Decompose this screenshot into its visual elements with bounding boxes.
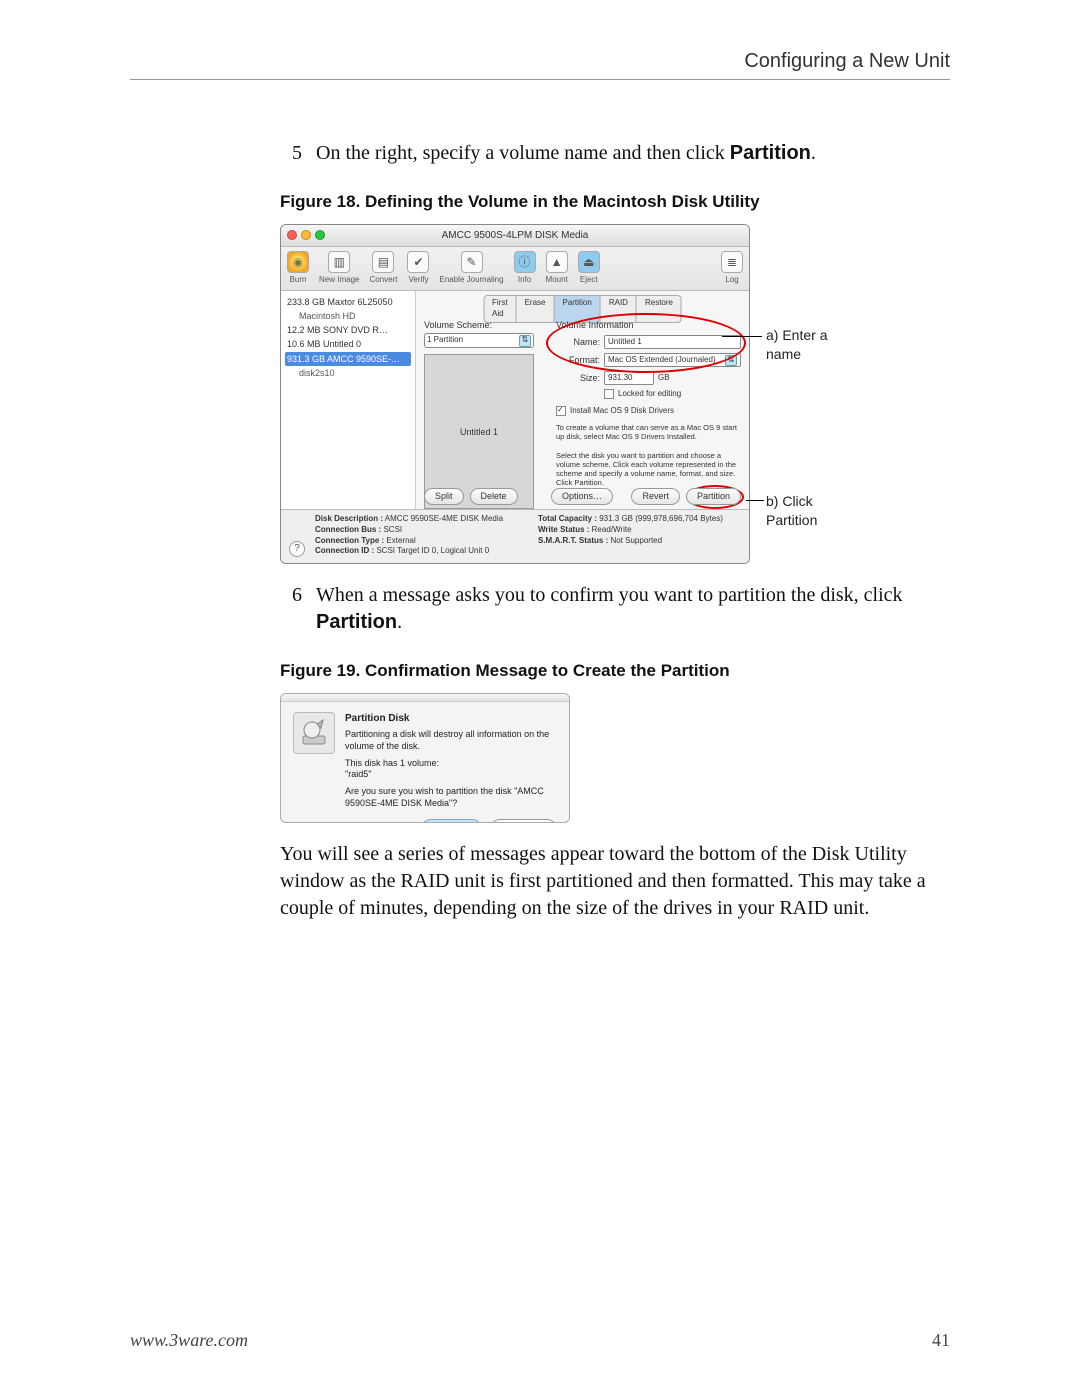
size-label: Size: [556, 372, 600, 384]
format-label: Format: [556, 354, 600, 366]
result-paragraph: You will see a series of messages appear… [280, 841, 940, 922]
sidebar-vol-macintoshhd[interactable]: Macintosh HD [297, 309, 411, 323]
tb-eject: Eject [580, 275, 598, 286]
disk-sidebar: 233.8 GB Maxtor 6L25050 Macintosh HD 12.… [281, 291, 416, 509]
window-title: AMCC 9500S-4LPM DISK Media [281, 229, 749, 243]
window-titlebar: AMCC 9500S-4LPM DISK Media [281, 225, 749, 247]
tb-mount: Mount [546, 275, 568, 286]
os9-note: To create a volume that can serve as a M… [556, 423, 741, 441]
footer-url: www.3ware.com [130, 1330, 248, 1351]
tab-partition[interactable]: Partition [554, 296, 600, 322]
size-field[interactable]: 931.30 [604, 371, 654, 385]
revert-button[interactable]: Revert [631, 488, 680, 505]
header-section: Configuring a New Unit [744, 50, 950, 73]
tb-log: Log [725, 275, 738, 286]
sidebar-vol-disk2[interactable]: disk2s10 [297, 366, 411, 380]
partition-instructions: Select the disk you want to partition an… [556, 451, 741, 487]
dialog-confirm: Are you sure you wish to partition the d… [345, 786, 557, 809]
disk-utility-window: AMCC 9500S-4LPM DISK Media ◉ Burn ▥ New Im… [280, 224, 750, 564]
new-image-icon[interactable]: ▥ [328, 251, 350, 273]
tab-firstaid[interactable]: First Aid [484, 296, 517, 322]
callout-a: a) Enter a name [766, 326, 846, 364]
dialog-warning: Partitioning a disk will destroy all inf… [345, 729, 557, 752]
burn-icon[interactable]: ◉ [287, 251, 309, 273]
tb-verify: Verify [408, 275, 428, 286]
tab-erase[interactable]: Erase [517, 296, 555, 322]
tb-journal: Enable Journaling [439, 275, 503, 286]
figure19-caption: Figure 19. Confirmation Message to Creat… [280, 660, 940, 683]
step5-text: On the right, specify a volume name and … [316, 140, 940, 167]
dialog-title: Partition Disk [345, 712, 557, 726]
options-button[interactable]: Options… [551, 488, 613, 505]
cancel-button[interactable]: Cancel [421, 819, 482, 823]
split-button[interactable]: Split [424, 488, 464, 505]
locked-label: Locked for editing [618, 389, 681, 400]
partition-button[interactable]: Partition [686, 488, 741, 505]
page-header: Configuring a New Unit [130, 50, 950, 80]
tb-burn: Burn [290, 275, 307, 286]
sidebar-disk-amcc[interactable]: 931.3 GB AMCC 9590SE-… [285, 352, 411, 366]
tb-newimage: New Image [319, 275, 359, 286]
sidebar-disk-untitled0[interactable]: 10.6 MB Untitled 0 [285, 337, 411, 351]
callout-line-a [722, 336, 762, 337]
disk-utility-icon [293, 712, 335, 754]
volume-info-title: Volume Information [556, 319, 741, 331]
info-icon[interactable]: ⓘ [514, 251, 536, 273]
footer-page: 41 [932, 1330, 950, 1351]
chevron-updown-icon: ⇅ [519, 335, 531, 347]
step6-text: When a message asks you to confirm you w… [316, 582, 940, 636]
figure18-caption: Figure 18. Defining the Volume in the Ma… [280, 191, 940, 214]
tab-raid[interactable]: RAID [601, 296, 637, 322]
chevron-updown-icon: ⇅ [725, 355, 737, 366]
callout-line-b [746, 500, 764, 501]
sidebar-disk-sony[interactable]: 12.2 MB SONY DVD R… [285, 323, 411, 337]
journal-icon[interactable]: ✎ [461, 251, 483, 273]
help-icon[interactable]: ? [289, 541, 305, 557]
tb-info: Info [518, 275, 531, 286]
sidebar-disk-maxtor[interactable]: 233.8 GB Maxtor 6L25050 [285, 295, 411, 309]
figure19-dialog: Partition Disk Partitioning a disk will … [280, 693, 570, 823]
log-icon[interactable]: ≣ [721, 251, 743, 273]
tb-convert: Convert [369, 275, 397, 286]
size-unit: GB [658, 373, 670, 384]
verify-icon[interactable]: ✔ [407, 251, 429, 273]
step5-number: 5 [280, 140, 302, 167]
main-panel: First Aid Erase Partition RAID Restore V… [416, 291, 749, 509]
partition-confirm-button[interactable]: Partition [490, 819, 557, 823]
install-os9-label: Install Mac OS 9 Disk Drivers [570, 406, 674, 417]
convert-icon[interactable]: ▤ [372, 251, 394, 273]
step6-number: 6 [280, 582, 302, 636]
format-select[interactable]: Mac OS Extended (Journaled) ⇅ [604, 353, 741, 367]
name-field[interactable]: Untitled 1 [604, 335, 741, 349]
mount-icon[interactable]: ▲ [546, 251, 568, 273]
dialog-volumes: This disk has 1 volume: "raid5" [345, 758, 557, 781]
delete-button[interactable]: Delete [470, 488, 518, 505]
scheme-diagram[interactable]: Untitled 1 [424, 354, 534, 509]
install-os9-checkbox[interactable] [556, 406, 566, 416]
figure18: AMCC 9500S-4LPM DISK Media ◉ Burn ▥ New Im… [280, 224, 840, 564]
callout-b: b) Click Partition [766, 492, 846, 530]
disk-details-footer: ? Disk Description : AMCC 9590SE-4ME DIS… [281, 509, 749, 563]
toolbar: ◉ Burn ▥ New Image ▤ Convert ✔ Verify ✎ Enabl… [281, 247, 749, 291]
locked-checkbox[interactable] [604, 389, 614, 399]
volume-scheme-label: Volume Scheme: [424, 319, 539, 331]
name-label: Name: [556, 336, 600, 348]
eject-icon[interactable]: ⏏ [578, 251, 600, 273]
tab-restore[interactable]: Restore [637, 296, 681, 322]
volume-scheme-select[interactable]: 1 Partition ⇅ [424, 333, 534, 348]
